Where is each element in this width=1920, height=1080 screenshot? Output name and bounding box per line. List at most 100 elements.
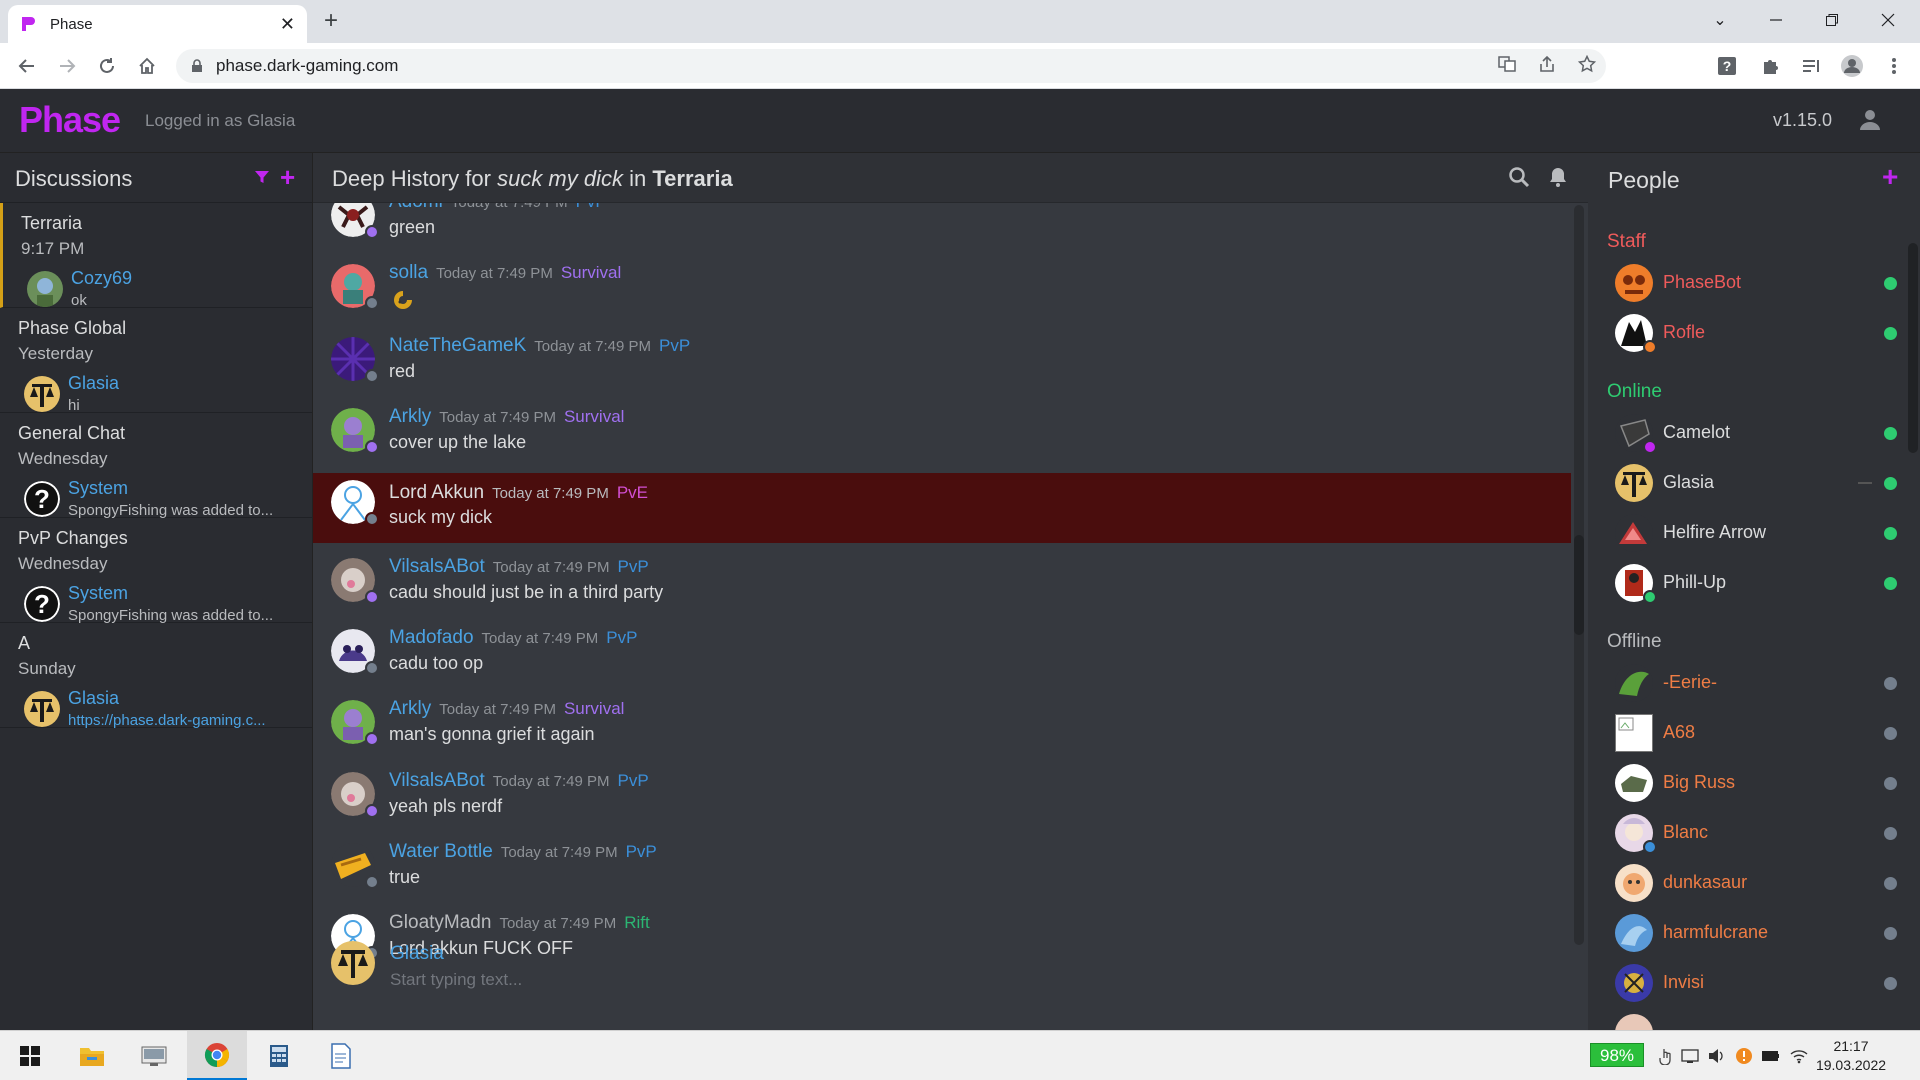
system-clock[interactable]: 21:17 19.03.2022 [1796,1037,1906,1075]
message-author[interactable]: VilsalsABot Today at 7:49 PM PvP [389,770,649,792]
person-phill-up[interactable]: Phill-Up [1588,558,1908,608]
svg-text:?: ? [1723,58,1732,74]
avatar [24,691,60,727]
close-tab-icon[interactable]: ✕ [280,14,295,35]
restore-icon[interactable] [1804,0,1860,40]
chat-scrollbar[interactable] [1574,205,1584,945]
message-list[interactable]: AdomiToday at 7:49 PMPvP green sollaToda… [313,203,1571,983]
windows-start-icon[interactable] [0,1031,60,1080]
avatar [1615,964,1653,1002]
message-author[interactable]: Arkly Today at 7:49 PM Survival [389,406,624,428]
people-scrollbar[interactable] [1908,243,1918,453]
avatar [24,376,60,412]
discussion-date: Sunday [18,659,76,678]
share-icon[interactable] [1538,55,1556,78]
reload-icon[interactable] [93,52,121,80]
message-author[interactable]: AdomiToday at 7:49 PMPvP [389,203,607,213]
help-extension-icon[interactable]: ? [1715,54,1739,78]
person-partial[interactable] [1588,1008,1908,1030]
avatar [1615,864,1653,902]
translate-icon[interactable] [1498,55,1516,78]
filter-icon[interactable] [254,169,270,185]
minimize-icon[interactable] [1748,0,1804,40]
person-blanc[interactable]: Blanc [1588,808,1908,858]
url-text: phase.dark-gaming.com [216,56,399,75]
person-helfire-arrow[interactable]: Helfire Arrow [1588,508,1908,558]
chat-panel: Deep History for suck my dick in Terrari… [313,153,1588,1030]
status-dot [365,732,379,746]
network-adapter-icon[interactable] [1681,1047,1699,1065]
app-header: Phase Logged in as Glasia v1.15.0 [0,89,1920,153]
person-camelot[interactable]: Camelot [1588,408,1908,458]
message-author[interactable]: Madofado Today at 7:49 PM PvP [389,627,637,649]
message-author[interactable]: GloatyMadn Today at 7:49 PM Rift [389,912,650,934]
discussion-last-message-link[interactable]: https://phase.dark-gaming.c... [68,712,290,729]
message-time: Today at 7:49 PM [451,203,568,211]
add-discussion-plus-icon[interactable]: + [280,162,295,193]
new-tab-icon[interactable]: + [324,7,338,35]
person-eerie[interactable]: -Eerie- [1588,658,1908,708]
discussion-item-general-chat[interactable]: General Chat Wednesday ? System SpongyFi… [0,413,312,519]
back-icon[interactable] [13,52,41,80]
discussion-item-a[interactable]: A Sunday Glasia https://phase.dark-gamin… [0,623,312,729]
forward-icon[interactable] [53,52,81,80]
person-rofle[interactable]: Rofle [1588,308,1908,358]
svg-text:?: ? [34,589,50,619]
notepad-icon[interactable] [311,1031,371,1080]
search-icon[interactable] [1508,166,1530,188]
message-row: Arkly Today at 7:49 PM Survival cover up t… [313,396,1571,466]
message-author[interactable]: Arkly Today at 7:49 PM Survival [389,698,624,720]
chrome-taskbar-icon[interactable] [187,1031,247,1080]
bookmark-star-icon[interactable] [1577,54,1597,78]
address-bar[interactable]: phase.dark-gaming.com [176,49,1606,83]
person-name: PhaseBot [1663,272,1742,292]
message-row: VilsalsABot Today at 7:49 PM PvP cadu shou… [313,546,1571,616]
message-author[interactable]: NateTheGameK Today at 7:49 PM PvP [389,335,690,357]
browser-tab[interactable]: Phase ✕ [8,5,307,43]
status-dot [365,661,379,675]
person-dunkasaur[interactable]: dunkasaur [1588,858,1908,908]
discussion-item-terraria[interactable]: Terraria 9:17 PM Cozy69 ok [0,203,312,309]
message-row: Water Bottle Today at 7:49 PM PvP true [313,831,1571,901]
message-author[interactable]: Lord Akkun Today at 7:49 PM PvE [389,482,648,504]
reading-list-icon[interactable] [1799,54,1823,78]
offline-status-dot [1884,927,1897,940]
message-author[interactable]: solla Today at 7:49 PM Survival [389,262,621,284]
message-author[interactable]: Water Bottle Today at 7:49 PM PvP [389,841,657,863]
file-explorer-icon[interactable] [62,1031,122,1080]
volume-icon[interactable] [1708,1047,1726,1065]
online-status-dot [1884,477,1897,490]
person-harmfulcrane[interactable]: harmfulcrane [1588,908,1908,958]
warning-shield-icon[interactable] [1735,1047,1753,1065]
person-phasebot[interactable]: PhaseBot [1588,258,1908,308]
online-status-dot [1884,327,1897,340]
close-window-icon[interactable] [1860,0,1916,40]
app-logo[interactable]: Phase [19,99,121,141]
discussion-name: Phase Global [18,318,127,338]
calculator-icon[interactable] [249,1031,309,1080]
message-author[interactable]: VilsalsABot Today at 7:49 PM PvP [389,556,649,578]
extensions-puzzle-icon[interactable] [1759,54,1783,78]
touch-hand-icon[interactable] [1656,1047,1674,1065]
profile-avatar-icon[interactable] [1840,54,1864,78]
message-tag: Survival [563,699,625,718]
person-name: Rofle [1663,322,1706,342]
battery-indicator[interactable]: 98% [1590,1043,1644,1067]
battery-tray-icon[interactable] [1761,1047,1779,1065]
user-icon[interactable] [1858,107,1882,131]
tab-search-chevron-icon[interactable]: ⌄ [1692,0,1748,40]
home-icon[interactable] [133,52,161,80]
message-input[interactable] [390,967,990,993]
discussion-item-pvp-changes[interactable]: PvP Changes Wednesday ? System SpongyFis… [0,518,312,624]
person-big-russ[interactable]: Big Russ [1588,758,1908,808]
chrome-menu-icon[interactable] [1882,54,1906,78]
chat-scrollbar-thumb[interactable] [1574,535,1584,635]
add-person-plus-icon[interactable]: + [1882,161,1898,193]
discussion-item-phase-global[interactable]: Phase Global Yesterday Glasia hi [0,308,312,414]
person-a68[interactable]: A68 [1588,708,1908,758]
person-glasia[interactable]: Glasia [1588,458,1908,508]
lock-icon[interactable] [190,59,204,73]
person-invisi[interactable]: Invisi [1588,958,1908,1008]
app-window-icon[interactable] [124,1031,184,1080]
bell-icon[interactable] [1547,166,1569,188]
